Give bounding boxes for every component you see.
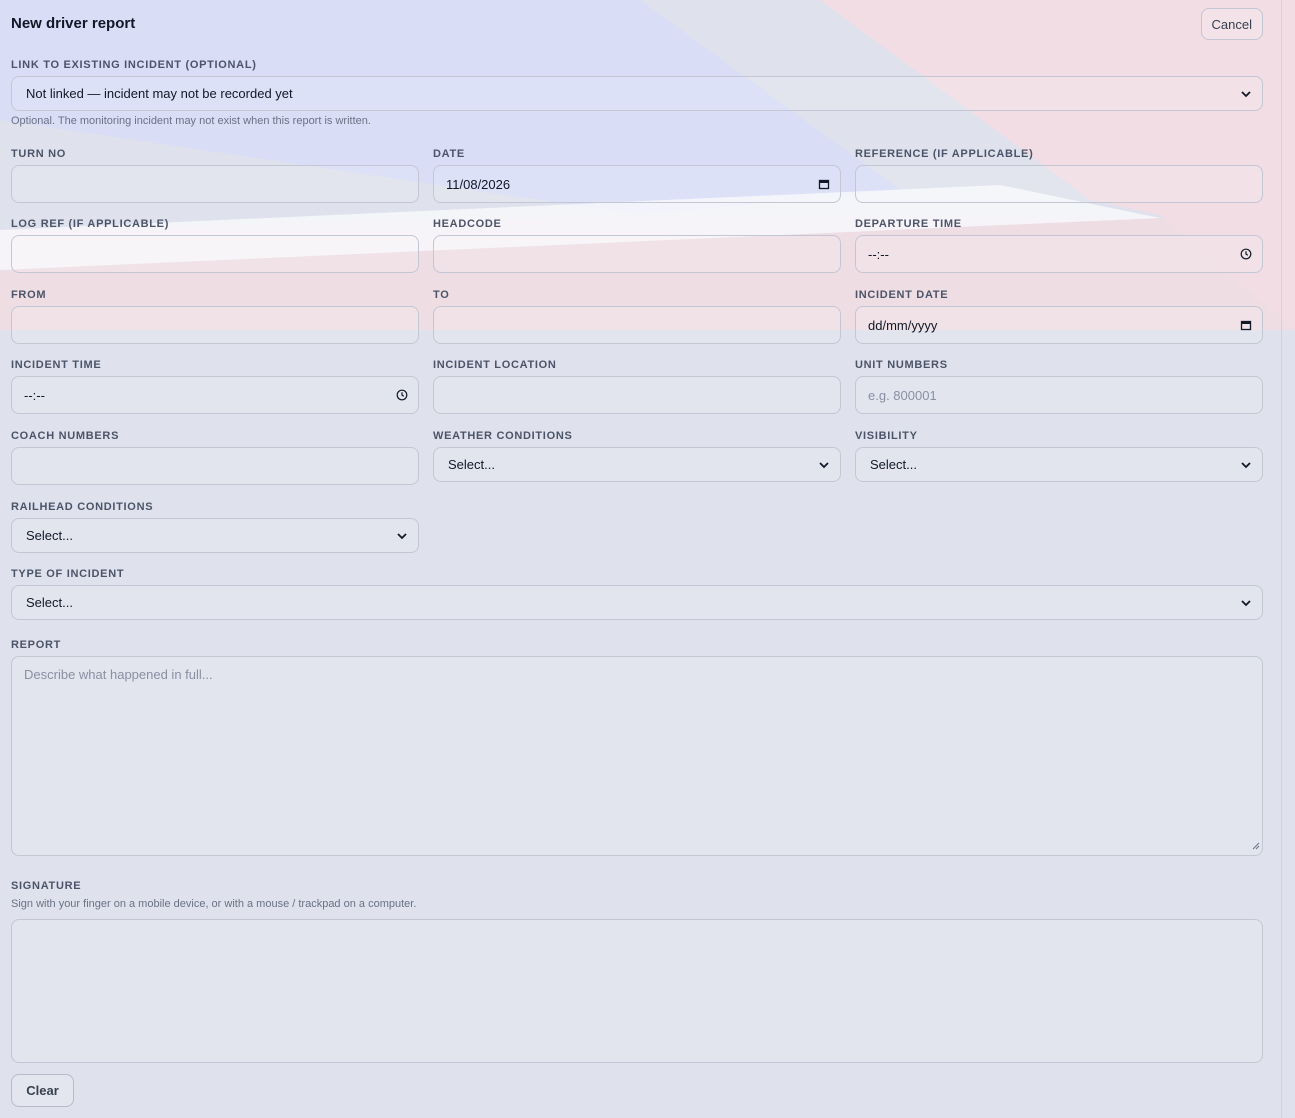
incident-date-value: dd/mm/yyyy: [868, 317, 938, 333]
page-title: New driver report: [11, 15, 136, 32]
date-label: DATE: [433, 148, 465, 160]
date-input[interactable]: 11/08/2026: [433, 165, 841, 203]
departure-time-input[interactable]: --:--: [855, 235, 1263, 273]
railhead-conditions-value: Select...: [26, 528, 73, 543]
signature-label: SIGNATURE: [11, 880, 82, 892]
link-incident-select[interactable]: Not linked — incident may not be recorde…: [11, 76, 1263, 111]
incident-date-label: INCIDENT DATE: [855, 289, 949, 301]
visibility-value: Select...: [870, 457, 917, 472]
log-ref-label: LOG REF (IF APPLICABLE): [11, 218, 170, 230]
weather-conditions-value: Select...: [448, 457, 495, 472]
headcode-input[interactable]: [433, 235, 841, 273]
railhead-conditions-select[interactable]: Select...: [11, 518, 419, 553]
incident-time-input[interactable]: --:--: [11, 376, 419, 414]
calendar-icon[interactable]: [1240, 319, 1252, 331]
to-label: TO: [433, 289, 450, 301]
signature-help: Sign with your finger on a mobile device…: [11, 898, 417, 910]
report-textarea[interactable]: Describe what happened in full...: [11, 656, 1263, 856]
unit-numbers-input[interactable]: e.g. 800001: [855, 376, 1263, 414]
incident-time-label: INCIDENT TIME: [11, 359, 102, 371]
chevron-down-icon: [1240, 597, 1252, 609]
type-of-incident-label: TYPE OF INCIDENT: [11, 568, 125, 580]
visibility-select[interactable]: Select...: [855, 447, 1263, 482]
report-placeholder: Describe what happened in full...: [24, 667, 213, 682]
chevron-down-icon: [1240, 88, 1252, 100]
form-header: New driver report Cancel: [11, 8, 1263, 40]
signature-pad[interactable]: [11, 919, 1263, 1063]
clock-icon[interactable]: [396, 389, 408, 401]
from-input[interactable]: [11, 306, 419, 344]
to-input[interactable]: [433, 306, 841, 344]
railhead-conditions-label: RAILHEAD CONDITIONS: [11, 501, 154, 513]
reference-input[interactable]: [855, 165, 1263, 203]
clear-signature-button[interactable]: Clear: [11, 1074, 74, 1107]
from-label: FROM: [11, 289, 47, 301]
resize-handle-icon[interactable]: [1251, 838, 1260, 853]
link-incident-help: Optional. The monitoring incident may no…: [11, 115, 371, 127]
chevron-down-icon: [396, 530, 408, 542]
link-incident-value: Not linked — incident may not be recorde…: [26, 86, 293, 101]
type-of-incident-value: Select...: [26, 595, 73, 610]
departure-time-value: --:--: [868, 246, 889, 262]
weather-conditions-label: WEATHER CONDITIONS: [433, 430, 573, 442]
clock-icon[interactable]: [1240, 248, 1252, 260]
date-value: 11/08/2026: [446, 176, 511, 192]
headcode-label: HEADCODE: [433, 218, 502, 230]
coach-numbers-label: COACH NUMBERS: [11, 430, 120, 442]
reference-label: REFERENCE (IF APPLICABLE): [855, 148, 1034, 160]
departure-time-label: DEPARTURE TIME: [855, 218, 962, 230]
calendar-icon[interactable]: [818, 178, 830, 190]
cancel-button[interactable]: Cancel: [1200, 8, 1263, 40]
incident-location-input[interactable]: [433, 376, 841, 414]
chevron-down-icon: [818, 459, 830, 471]
incident-time-value: --:--: [24, 387, 45, 403]
scrollbar-divider: [1281, 0, 1282, 1118]
report-label: REPORT: [11, 639, 62, 651]
type-of-incident-select[interactable]: Select...: [11, 585, 1263, 620]
log-ref-input[interactable]: [11, 235, 419, 273]
driver-report-form: New driver report Cancel LINK TO EXISTIN…: [11, 0, 1263, 1118]
visibility-label: VISIBILITY: [855, 430, 918, 442]
weather-conditions-select[interactable]: Select...: [433, 447, 841, 482]
incident-date-input[interactable]: dd/mm/yyyy: [855, 306, 1263, 344]
chevron-down-icon: [1240, 459, 1252, 471]
turn-no-input[interactable]: [11, 165, 419, 203]
link-incident-label: LINK TO EXISTING INCIDENT (OPTIONAL): [11, 59, 257, 71]
unit-numbers-placeholder: e.g. 800001: [868, 387, 937, 403]
incident-location-label: INCIDENT LOCATION: [433, 359, 557, 371]
unit-numbers-label: UNIT NUMBERS: [855, 359, 948, 371]
coach-numbers-input[interactable]: [11, 447, 419, 485]
turn-no-label: TURN NO: [11, 148, 67, 160]
